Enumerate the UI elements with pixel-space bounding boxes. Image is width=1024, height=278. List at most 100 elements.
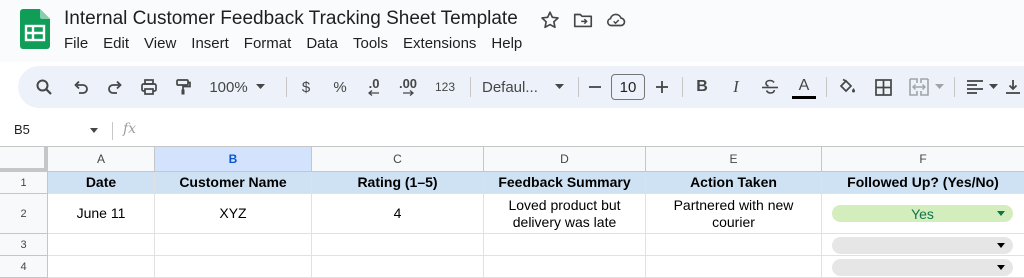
menu-edit[interactable]: Edit [103,35,135,52]
percent-label: % [333,78,347,96]
format-currency-button[interactable]: $ [294,66,318,108]
italic-button[interactable]: I [724,66,748,108]
merge-cells-button[interactable] [904,66,948,108]
empty-cell[interactable] [155,234,312,256]
name-box[interactable]: B5 [14,122,30,137]
menu-tools[interactable]: Tools [353,35,394,52]
vertical-align-button[interactable] [1006,66,1024,108]
menu-view[interactable]: View [144,35,182,52]
header-cell-action-taken[interactable]: Action Taken [646,172,822,194]
spreadsheet-grid[interactable]: A B C D E F 1 2 3 4 Date Customer Name R… [0,146,1024,278]
menu-help[interactable]: Help [491,35,528,52]
text-color-button[interactable]: A [790,66,818,108]
empty-cell[interactable] [312,234,484,256]
empty-cell[interactable] [312,256,484,278]
empty-cell[interactable] [646,256,822,278]
followed-up-dropdown-chip[interactable] [832,259,1013,276]
chevron-down-icon [555,84,564,89]
italic-label: I [733,77,739,96]
arrow-right-icon [403,90,414,96]
bold-label: B [696,78,708,95]
print-button[interactable] [136,66,162,108]
font-size-input[interactable]: 10 [611,74,645,100]
header-cell-rating[interactable]: Rating (1–5) [312,172,484,194]
row-header-1[interactable]: 1 [0,172,48,194]
empty-cell[interactable] [48,234,155,256]
header-cell-feedback-summary[interactable]: Feedback Summary [484,172,646,194]
chevron-down-icon [997,211,1005,216]
fill-color-button[interactable] [834,66,860,108]
paint-format-button[interactable] [170,66,196,108]
empty-cell[interactable] [484,256,646,278]
star-icon[interactable] [539,9,561,31]
cell-feedback-summary[interactable]: Loved product but delivery was late [484,194,646,234]
undo-button[interactable] [68,66,94,108]
horizontal-align-button[interactable] [962,66,1002,108]
more-formats-button[interactable]: 123 [430,66,460,108]
menu-file[interactable]: File [64,35,94,52]
zoom-value: 100% [209,78,248,96]
redo-icon [108,80,122,94]
menu-data[interactable]: Data [306,35,344,52]
menu-format[interactable]: Format [244,35,298,52]
menu-insert[interactable]: Insert [191,35,235,52]
cloud-saved-icon[interactable] [605,9,627,31]
empty-cell[interactable] [484,234,646,256]
header-cell-date[interactable]: Date [48,172,155,194]
sheets-logo-icon[interactable] [20,9,50,49]
empty-cell[interactable] [48,256,155,278]
column-header-d[interactable]: D [484,146,646,172]
merge-cells-icon [908,78,929,96]
formula-bar-divider [112,122,113,140]
column-header-c[interactable]: C [312,146,484,172]
toolbar-divider [286,77,287,97]
document-title[interactable]: Internal Customer Feedback Tracking Shee… [64,8,518,30]
increase-font-size-button[interactable] [651,66,673,108]
column-header-b[interactable]: B [155,146,312,172]
format-percent-button[interactable]: % [328,66,352,108]
redo-button[interactable] [102,66,128,108]
header-cell-followed-up[interactable]: Followed Up? (Yes/No) [822,172,1024,194]
toolbar-divider [954,77,955,97]
cell-date[interactable]: June 11 [48,194,155,234]
title-bar: Internal Customer Feedback Tracking Shee… [0,0,1024,62]
chevron-down-icon [997,265,1005,270]
empty-cell[interactable] [155,256,312,278]
strikethrough-button[interactable] [758,66,782,108]
cell-customer-name[interactable]: XYZ [155,194,312,234]
decrease-decimal-button[interactable]: .0 [360,66,388,108]
row-header-3[interactable]: 3 [0,234,48,256]
zoom-select[interactable]: 100% [204,66,270,108]
cell-action-taken[interactable]: Partnered with new courier [646,194,822,234]
chevron-down-icon [989,84,998,89]
plus-icon [656,81,668,93]
decrease-font-size-button[interactable] [584,66,606,108]
chevron-down-icon[interactable] [90,128,98,133]
search-menus-button[interactable] [30,66,58,108]
paint-format-icon [176,79,191,95]
chevron-down-icon [255,84,265,89]
row-header-2[interactable]: 2 [0,194,48,234]
menu-extensions[interactable]: Extensions [403,35,482,52]
empty-cell[interactable] [646,234,822,256]
strikethrough-icon [762,79,778,94]
column-header-e[interactable]: E [646,146,822,172]
align-bottom-icon [1006,80,1020,94]
column-header-a[interactable]: A [48,146,155,172]
select-all-corner[interactable] [0,146,48,172]
row-header-4[interactable]: 4 [0,256,48,278]
arrow-left-icon [368,90,379,96]
increase-decimal-button[interactable]: .00 [394,66,422,108]
move-folder-icon[interactable] [572,9,594,31]
column-header-f[interactable]: F [822,146,1024,172]
header-cell-customer-name[interactable]: Customer Name [155,172,312,194]
followed-up-dropdown-chip[interactable]: Yes [832,205,1013,222]
bold-button[interactable]: B [690,66,714,108]
toolbar-divider [470,77,471,97]
followed-up-dropdown-chip[interactable] [832,237,1013,254]
undo-icon [74,80,88,94]
fx-icon: fx [123,121,137,137]
borders-button[interactable] [870,66,896,108]
cell-rating[interactable]: 4 [312,194,484,234]
font-family-select[interactable]: Defaul... [478,66,568,108]
